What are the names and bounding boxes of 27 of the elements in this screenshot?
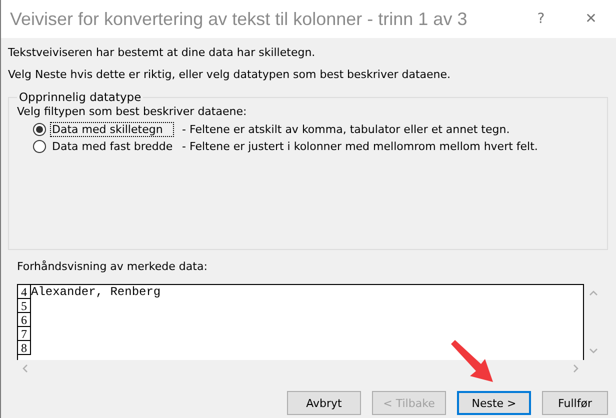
dialog-button[interactable]: Fullfør <box>542 391 608 415</box>
preview-text: Alexander, Renberg <box>31 285 161 299</box>
window-title: Veiviser for konvertering av tekst til kolonner - trinn 1 av 3 <box>10 8 468 30</box>
scroll-down-icon[interactable] <box>588 346 598 355</box>
option-description: - Feltene er atskilt av komma, tabulator eller et annet tegn. <box>182 123 510 136</box>
row-number: 6 <box>18 313 31 327</box>
scroll-up-icon[interactable] <box>588 289 598 298</box>
dialog-button[interactable]: Neste > <box>457 391 531 415</box>
dialog-button[interactable]: Avbryt <box>287 391 361 415</box>
close-button[interactable]: ✕ <box>566 11 616 27</box>
row-number: 8 <box>18 341 31 355</box>
option-description: - Feltene er justert i kolonner med mellomrom mellom hvert felt. <box>182 140 538 153</box>
preview-label: Forhåndsvisning av merkede data: <box>17 260 208 273</box>
radio-button[interactable] <box>33 123 46 136</box>
radio-button[interactable] <box>33 140 46 153</box>
scroll-right-icon[interactable] <box>571 364 580 373</box>
radio-label[interactable]: Data med skilletegn <box>50 122 174 137</box>
instruction-text: Velg Neste hvis dette er riktig, eller velg datatypen som best beskriver dataene. <box>8 68 452 81</box>
help-button[interactable]: ? <box>516 11 566 27</box>
radio-label[interactable]: Data med fast bredde <box>50 139 174 154</box>
group-title: Opprinnelig datatype <box>18 90 142 104</box>
row-number: 7 <box>18 327 31 341</box>
prompt-text: Velg filtypen som best beskriver dataene: <box>17 105 248 118</box>
scroll-left-icon[interactable] <box>21 364 30 373</box>
row-number: 5 <box>18 299 31 313</box>
instruction-text: Tekstveiviseren har bestemt at dine data har skilletegn. <box>8 46 316 59</box>
row-number: 4 <box>18 285 31 299</box>
